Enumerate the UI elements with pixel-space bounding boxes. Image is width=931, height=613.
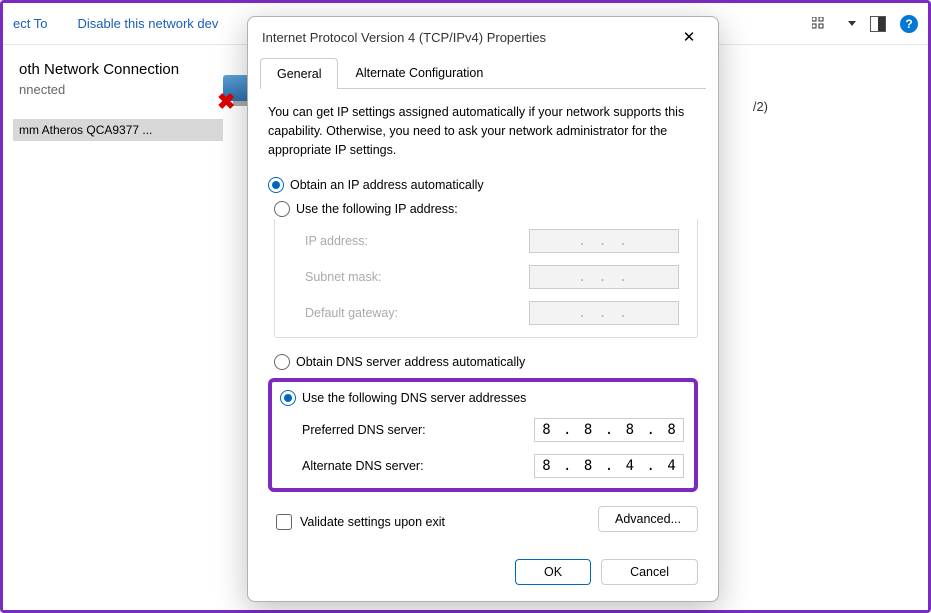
intro-text: You can get IP settings assigned automat… [268, 103, 698, 159]
radio-use-following-dns[interactable]: Use the following DNS server addresses [280, 390, 684, 406]
cancel-button[interactable]: Cancel [601, 559, 698, 585]
tab-general[interactable]: General [260, 58, 338, 89]
disabled-x-icon: ✖ [217, 89, 235, 115]
adapter-name: mm Atheros QCA9377 ... [19, 123, 152, 137]
tab-alternate-configuration[interactable]: Alternate Configuration [338, 57, 500, 88]
general-panel: You can get IP settings assigned automat… [260, 89, 706, 547]
checkbox-icon [276, 514, 292, 530]
ok-button[interactable]: OK [515, 559, 591, 585]
dialog-footer: OK Cancel [260, 547, 706, 589]
radio-icon [274, 201, 290, 217]
radio-obtain-dns-auto[interactable]: Obtain DNS server address automatically [274, 354, 698, 370]
adapter-name-row[interactable]: mm Atheros QCA9377 ... [13, 119, 223, 141]
page-indicator: /2) [753, 99, 768, 114]
ipv4-properties-dialog: Internet Protocol Version 4 (TCP/IPv4) P… [247, 16, 719, 602]
subnet-mask-label: Subnet mask: [305, 270, 529, 284]
preferred-dns-input[interactable]: 8 . 8 . 8 . 8 [534, 418, 684, 442]
ip-address-input: . . . [529, 229, 679, 253]
tabs: General Alternate Configuration [260, 57, 706, 89]
close-icon: ✕ [683, 28, 696, 46]
dialog-title: Internet Protocol Version 4 (TCP/IPv4) P… [262, 30, 546, 45]
radio-label: Use the following IP address: [296, 202, 458, 216]
radio-obtain-ip-auto[interactable]: Obtain an IP address automatically [268, 177, 698, 193]
validate-checkbox-row[interactable]: Validate settings upon exit [276, 514, 445, 530]
preferred-dns-label: Preferred DNS server: [302, 423, 534, 437]
radio-label: Obtain DNS server address automatically [296, 355, 525, 369]
radio-label: Use the following DNS server addresses [302, 391, 526, 405]
view-options-icon[interactable] [812, 17, 830, 31]
radio-use-following-ip[interactable]: Use the following IP address: [274, 201, 698, 217]
preview-pane-icon[interactable] [870, 16, 886, 32]
manual-ip-group: IP address: . . . Subnet mask: . . . Def… [274, 219, 698, 338]
radio-icon [274, 354, 290, 370]
advanced-button[interactable]: Advanced... [598, 506, 698, 532]
chevron-down-icon[interactable] [848, 21, 856, 26]
ip-address-label: IP address: [305, 234, 529, 248]
dns-highlight-box: Use the following DNS server addresses P… [268, 378, 698, 492]
alternate-dns-input[interactable]: 8 . 8 . 4 . 4 [534, 454, 684, 478]
toolbar-disable-device[interactable]: Disable this network dev [77, 16, 218, 31]
radio-icon [268, 177, 284, 193]
default-gateway-label: Default gateway: [305, 306, 529, 320]
dialog-titlebar: Internet Protocol Version 4 (TCP/IPv4) P… [248, 17, 718, 57]
radio-label: Obtain an IP address automatically [290, 178, 484, 192]
close-button[interactable]: ✕ [674, 22, 704, 52]
toolbar-connect-to[interactable]: ect To [13, 16, 47, 31]
help-icon[interactable]: ? [900, 15, 918, 33]
alternate-dns-label: Alternate DNS server: [302, 459, 534, 473]
subnet-mask-input: . . . [529, 265, 679, 289]
validate-label: Validate settings upon exit [300, 515, 445, 529]
radio-icon [280, 390, 296, 406]
default-gateway-input: . . . [529, 301, 679, 325]
